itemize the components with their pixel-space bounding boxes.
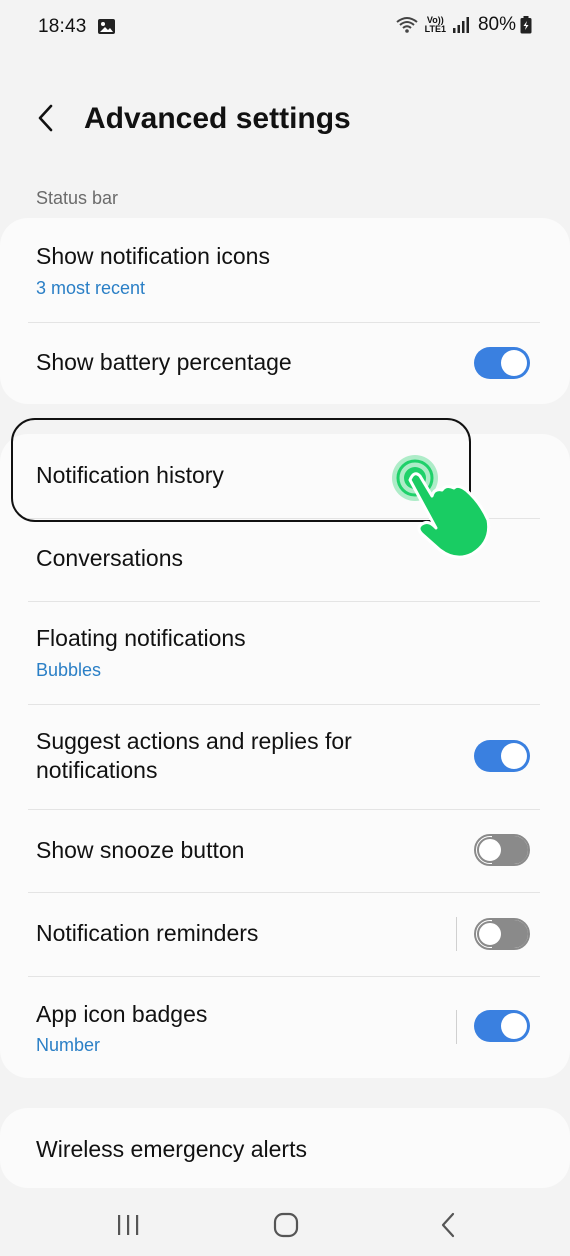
setting-title: Notification reminders [36,920,259,946]
toggle-knob [477,921,503,947]
toggle-knob [477,837,503,863]
setting-title: Show snooze button [36,837,245,863]
setting-title: Show battery percentage [36,349,292,375]
setting-subtitle: Number [36,1035,101,1055]
vertical-separator [456,917,457,951]
tap-hand-icon [388,450,496,560]
setting-notification-reminders[interactable]: Notification reminders [0,893,570,976]
status-bar: 18:43 Vo)) LTE1 80% [0,0,570,56]
setting-show-snooze-button[interactable]: Show snooze button [0,810,570,892]
setting-title: Wireless emergency alerts [36,1136,307,1162]
suggest-actions-toggle[interactable] [474,740,530,772]
home-icon [273,1212,299,1243]
status-time: 18:43 [38,16,87,37]
toggle-knob [501,1013,527,1039]
signal-icon [452,17,470,33]
setting-suggest-actions-and-replies[interactable]: Suggest actions and replies for notifica… [0,705,570,809]
status-indicators: Vo)) LTE1 80% [395,14,532,36]
recent-apps-button[interactable] [106,1210,150,1244]
setting-title-line1: Suggest actions and replies for [36,728,352,754]
section-header-status-bar: Status bar [36,188,119,208]
home-button[interactable] [264,1210,308,1244]
back-button[interactable] [26,100,66,140]
setting-subtitle: Bubbles [36,660,102,680]
gallery-icon [97,18,116,35]
vertical-separator [456,1010,457,1044]
battery-percentage-toggle[interactable] [474,347,530,379]
setting-wireless-emergency-alerts[interactable]: Wireless emergency alerts [0,1108,570,1188]
setting-subtitle: 3 most recent [36,278,146,298]
volte-icon: Vo)) LTE1 [425,16,446,34]
recent-apps-icon [116,1213,140,1242]
toggle-knob [501,350,527,376]
setting-title: App icon badges [36,1001,208,1027]
status-bar-settings-card: Show notification icons 3 most recent Sh… [0,218,570,404]
chevron-left-icon [36,103,56,138]
setting-title-line2: notifications [36,757,158,783]
battery-percentage: 80% [477,14,516,35]
setting-title: Conversations [36,545,184,571]
battery-charging-icon [520,16,532,34]
app-bar: Advanced settings [0,88,570,152]
wifi-icon [395,16,419,34]
alerts-settings-card: Wireless emergency alerts [0,1108,570,1188]
navigation-bar [0,1196,570,1256]
setting-show-notification-icons[interactable]: Show notification icons 3 most recent [0,218,570,322]
snooze-button-toggle[interactable] [474,834,530,866]
setting-floating-notifications[interactable]: Floating notifications Bubbles [0,602,570,704]
setting-show-battery-percentage[interactable]: Show battery percentage [0,323,570,404]
setting-app-icon-badges[interactable]: App icon badges Number [0,977,570,1078]
nav-back-button[interactable] [426,1210,470,1244]
page-title: Advanced settings [84,102,351,135]
notification-reminders-toggle[interactable] [474,918,530,950]
back-icon [440,1212,456,1243]
setting-title: Floating notifications [36,625,246,651]
app-icon-badges-toggle[interactable] [474,1010,530,1042]
toggle-knob [501,743,527,769]
setting-title: Show notification icons [36,243,270,269]
volte-bottom-label: LTE1 [424,24,446,34]
